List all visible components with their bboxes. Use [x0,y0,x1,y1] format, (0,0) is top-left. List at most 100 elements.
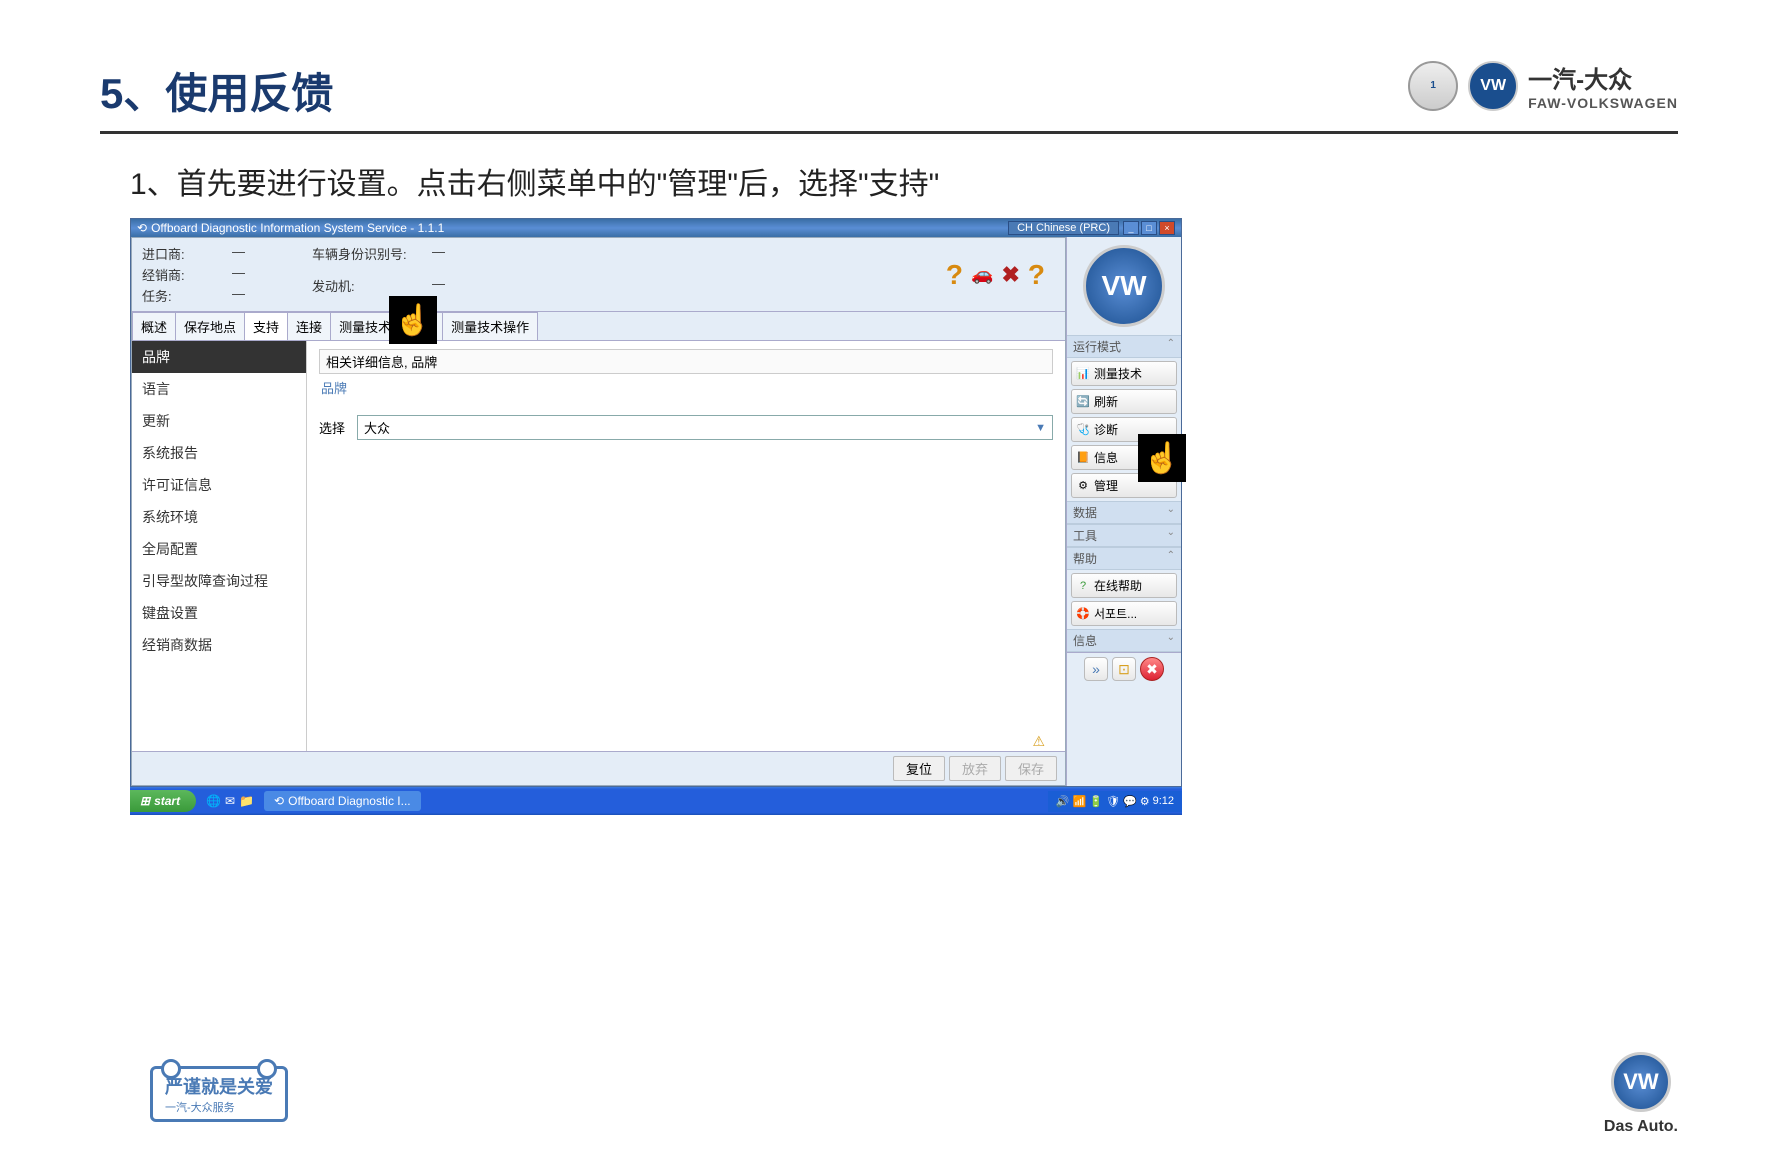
window-title: Offboard Diagnostic Information System S… [151,221,444,235]
brand-select-value: 大众 [364,418,390,437]
vin-label: 车辆身份识别号: [312,244,432,274]
vw-logo-icon: VW [1468,61,1518,111]
info-header: 进口商:— 经销商:— 任务:— 车辆身份识别号:— 发动机:— ?🚗 ✖ ? [132,238,1065,312]
tab-measurement[interactable]: 测量技术 [330,312,400,340]
instruction-text: 1、首先要进行设置。点击右侧菜单中的"管理"后，选择"支持" [130,159,1678,203]
sidebar-item-language[interactable]: 语言 [132,373,306,405]
save-button[interactable]: 保存 [1005,756,1057,781]
engine-label: 发动机: [312,276,432,306]
tray-icon[interactable]: 🔋 [1089,795,1103,808]
section-info: 信息⌄ [1067,629,1181,652]
right-panel: VW 运行模式⌃ 📊测量技术 🔄刷新 🩺诊断 📙信息 ⚙管理 数据⌄ 工具⌄ 帮… [1066,237,1181,786]
online-help-button[interactable]: ?在线帮助 [1071,573,1177,598]
discard-button[interactable]: 放弃 [949,756,1001,781]
warning-icon: ⚠ [1032,733,1045,750]
brand-section-label: 品牌 [321,378,1053,397]
das-auto-logo: VW Das Auto. [1604,1052,1678,1136]
top-logos: 1 VW 一汽-大众 FAW-VOLKSWAGEN [1408,60,1678,111]
taskbar-item[interactable]: ⟲ Offboard Diagnostic I... [264,791,421,811]
tray-icon[interactable]: 🛡 [1106,795,1120,808]
language-badge[interactable]: CH Chinese (PRC) [1008,221,1119,235]
print-button[interactable]: ⊡ [1112,657,1136,681]
task-label: 任务: [142,286,232,305]
app-window: ⟲ Offboard Diagnostic Information System… [130,218,1182,787]
tab-overview[interactable]: 概述 [132,312,176,340]
tray-icon[interactable]: ⚙ [1140,795,1150,808]
detail-pane: 相关详细信息, 品牌 品牌 选择 大众 ▼ [307,341,1065,751]
diag-button[interactable]: 🩺诊断 [1071,417,1177,442]
reset-button[interactable]: 复位 [893,756,945,781]
x-icon: ✖ [1146,661,1158,678]
disconnect-icon[interactable]: ✖ [1001,262,1019,288]
expand-button[interactable]: » [1084,657,1108,681]
car-icon: 🚗 [971,264,993,285]
sidebar-item-global[interactable]: 全局配置 [132,533,306,565]
section-mode: 运行模式⌃ [1067,335,1181,358]
faw-logo-icon: 1 [1408,61,1458,111]
select-label: 选择 [319,418,345,437]
sidebar-item-update[interactable]: 更新 [132,405,306,437]
target-icon: ⊡ [1118,661,1130,678]
refresh-button[interactable]: 🔄刷新 [1071,389,1177,414]
taskbar: ⊞ start 🌐 ✉ 📁 ⟲ Offboard Diagnostic I...… [130,787,1182,815]
chevron-down-icon: ▼ [1035,422,1046,434]
sidebar-item-keyboard[interactable]: 键盘设置 [132,597,306,629]
chevron-icon: ⌃ [1167,338,1175,355]
gear-icon: ⚙ [1076,479,1090,493]
sidebar-item-guided-fault[interactable]: 引导型故障查询过程 [132,565,306,597]
settings-sidebar: 品牌 语言 更新 系统报告 许可证信息 系统环境 全局配置 引导型故障查询过程 … [132,341,307,751]
tab-measurement-ops[interactable]: 测量技术操作 [442,312,538,340]
tab-certificate[interactable]: 证书 [399,312,443,340]
chevron-right-icon: » [1092,661,1100,677]
stop-button[interactable]: ✖ [1140,657,1164,681]
window-titlebar: ⟲ Offboard Diagnostic Information System… [131,219,1181,237]
sidebar-item-license[interactable]: 许可证信息 [132,469,306,501]
system-tray: 🔊 📶 🔋 🛡 💬 ⚙ 9:12 [1048,791,1182,812]
book-icon: 📙 [1076,451,1090,465]
tab-support[interactable]: 支持 [244,312,288,340]
section-tools: 工具⌄ [1067,524,1181,547]
info-button[interactable]: 📙信息 [1071,445,1177,470]
brand-en: FAW-VOLKSWAGEN [1528,95,1678,111]
tray-icon[interactable]: 💬 [1123,795,1137,808]
quicklaunch-icon[interactable]: 🌐 [206,794,221,808]
vw-large-logo-icon: VW [1083,245,1165,327]
windows-icon: ⊞ [140,794,150,808]
help-icon[interactable]: ? [1028,259,1045,291]
section-data: 数据⌄ [1067,501,1181,524]
support-button[interactable]: 🛟서포트... [1071,601,1177,626]
chevron-icon: ⌄ [1167,527,1175,544]
sidebar-item-brand[interactable]: 品牌 [132,341,306,373]
sidebar-item-dealerdata[interactable]: 经销商数据 [132,629,306,661]
brand-select[interactable]: 大众 ▼ [357,415,1053,440]
service-badge: 严谨就是关爱 一汽-大众服务 [150,1066,288,1122]
tab-bar: 概述 保存地点 支持 连接 测量技术 证书 测量技术操作 [132,312,1065,341]
section-help: 帮助⌃ [1067,547,1181,570]
footer-bar: 复位 放弃 保存 [132,751,1065,785]
close-button[interactable]: × [1159,221,1175,235]
maximize-button[interactable]: □ [1141,221,1157,235]
refresh-icon: 🔄 [1076,395,1090,409]
tab-connection[interactable]: 连接 [287,312,331,340]
tray-time: 9:12 [1153,795,1174,807]
start-button[interactable]: ⊞ start [130,790,196,812]
measure-button[interactable]: 📊测量技术 [1071,361,1177,386]
tab-save-location[interactable]: 保存地点 [175,312,245,340]
help-car-icon[interactable]: ? [946,259,963,291]
dealer-label: 经销商: [142,265,232,284]
detail-header: 相关详细信息, 品牌 [319,349,1053,374]
tray-icon[interactable]: 🔊 [1056,795,1070,808]
sidebar-item-sysenv[interactable]: 系统环境 [132,501,306,533]
importer-label: 进口商: [142,244,232,263]
minimize-button[interactable]: _ [1123,221,1139,235]
gauge-icon: 📊 [1076,367,1090,381]
app-icon: ⟲ [137,221,147,235]
chevron-icon: ⌃ [1167,550,1175,567]
app-taskbar-icon: ⟲ [274,794,284,808]
admin-button[interactable]: ⚙管理 [1071,473,1177,498]
vw-footer-logo-icon: VW [1611,1052,1671,1112]
tray-icon[interactable]: 📶 [1073,795,1087,808]
quicklaunch-icon[interactable]: 📁 [239,794,254,808]
quicklaunch-icon[interactable]: ✉ [225,794,235,808]
sidebar-item-sysreport[interactable]: 系统报告 [132,437,306,469]
